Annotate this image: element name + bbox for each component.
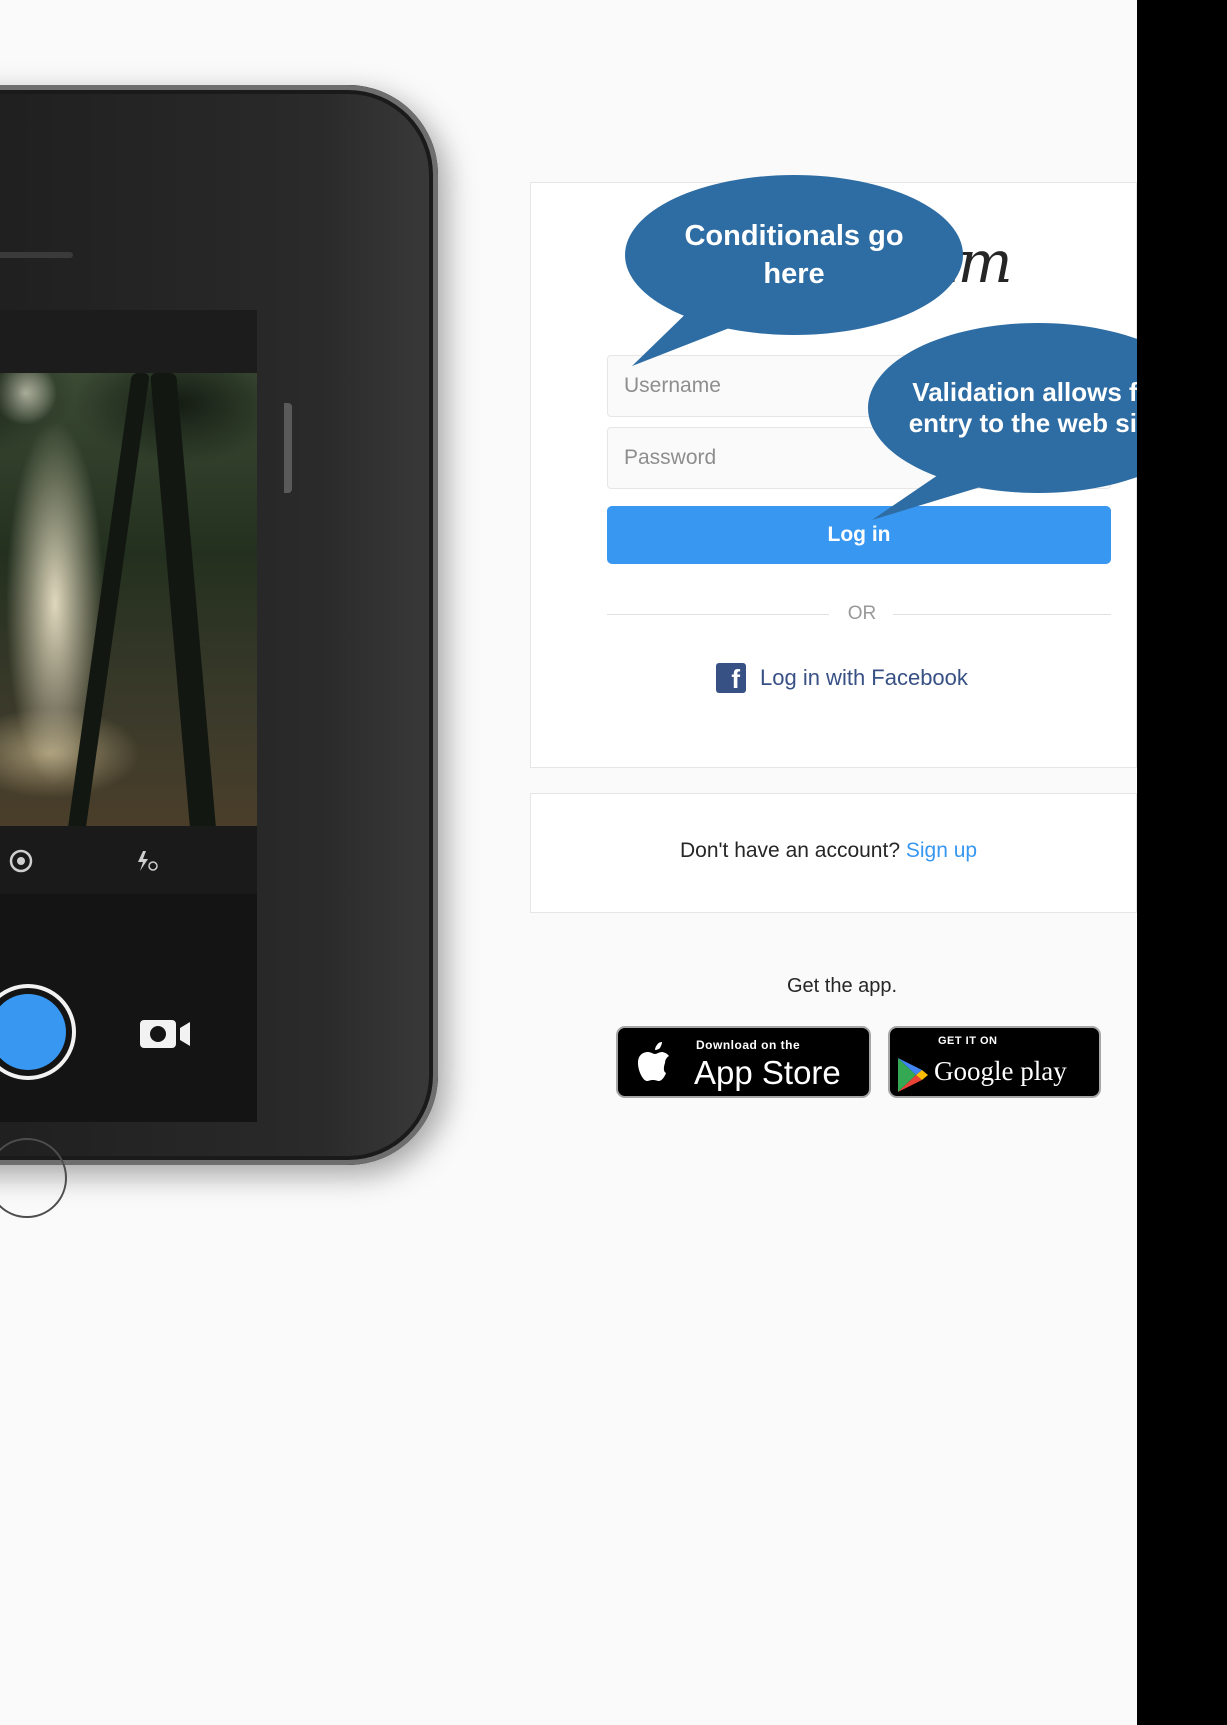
page: am Log in OR f Log in with Facebook Don'… <box>0 0 1137 1725</box>
callout-validation-text: Validation allows for entry to the web s… <box>908 377 1137 438</box>
callout-tails <box>632 300 1010 520</box>
callout-conditionals: Conditionals go here <box>625 175 963 335</box>
callout-conditionals-text: Conditionals go here <box>684 220 904 290</box>
